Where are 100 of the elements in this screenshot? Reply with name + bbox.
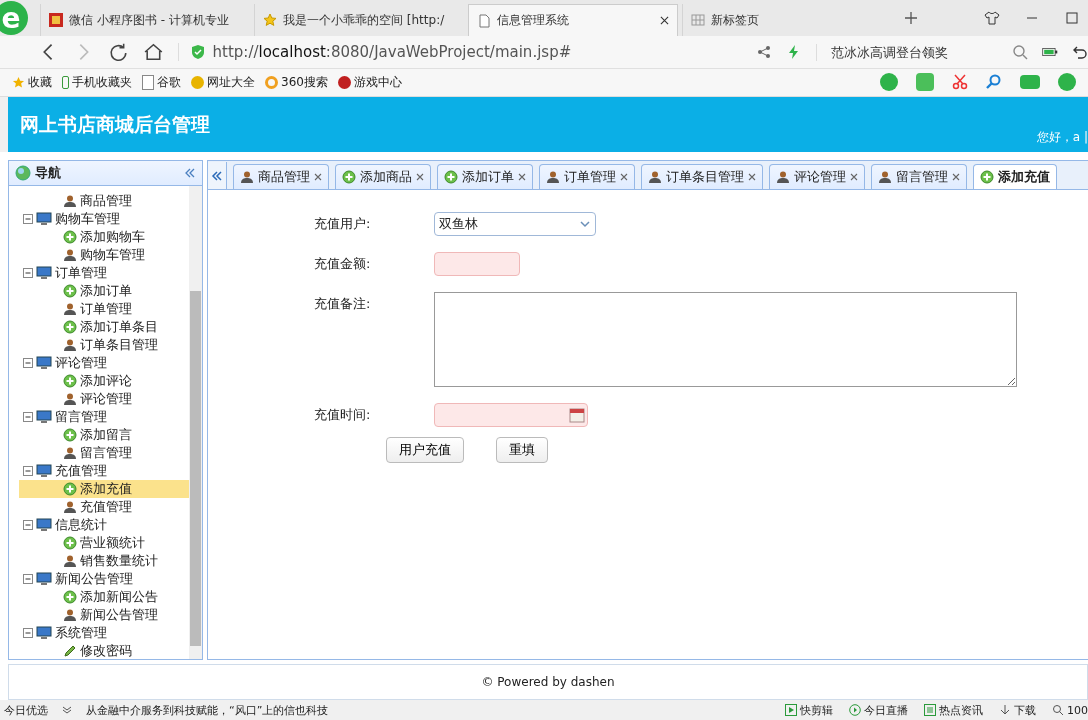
- tree-item[interactable]: 添加购物车: [19, 228, 189, 246]
- person-icon: [63, 302, 77, 316]
- add-icon: [63, 284, 77, 298]
- search-icon[interactable]: [1011, 44, 1028, 60]
- news-icon: [924, 704, 936, 716]
- tree-group[interactable]: 订单管理: [9, 264, 189, 282]
- tree-item[interactable]: 商品管理: [19, 192, 189, 210]
- remark-field[interactable]: [434, 292, 1017, 387]
- scroll-left-button[interactable]: [208, 162, 227, 189]
- user-select[interactable]: 双鱼林: [434, 212, 596, 236]
- tree-group[interactable]: 信息统计: [9, 516, 189, 534]
- status-item[interactable]: 热点资讯: [924, 702, 983, 718]
- search-field[interactable]: 范冰冰高调登台领奖: [815, 43, 1028, 61]
- scrollbar[interactable]: [189, 186, 202, 659]
- tree-toggle-icon[interactable]: [23, 628, 33, 638]
- page-tab[interactable]: 订单管理: [539, 164, 635, 189]
- tree-toggle-icon[interactable]: [23, 214, 33, 224]
- status-item[interactable]: 快剪辑: [785, 702, 833, 718]
- form-button[interactable]: 重填: [496, 437, 548, 463]
- search-icon[interactable]: [986, 74, 1002, 91]
- tree-group[interactable]: 充值管理: [9, 462, 189, 480]
- tree-item[interactable]: 订单管理: [19, 300, 189, 318]
- status-text[interactable]: 今日优选: [4, 702, 48, 718]
- bookmark-link[interactable]: 360搜索: [265, 73, 328, 91]
- tree-item[interactable]: 添加评论: [19, 372, 189, 390]
- tree-item[interactable]: 评论管理: [19, 390, 189, 408]
- page-tab[interactable]: 商品管理: [233, 164, 329, 189]
- tree-item[interactable]: 添加订单条目: [19, 318, 189, 336]
- close-icon[interactable]: [518, 173, 526, 181]
- tree-item[interactable]: 添加订单: [19, 282, 189, 300]
- news-link[interactable]: 从金融中介服务到科技赋能，“风口”上的信也科技: [86, 702, 329, 718]
- app-title: 网上书店商城后台管理: [20, 111, 210, 137]
- status-item[interactable]: 100: [1052, 702, 1088, 718]
- close-icon[interactable]: [416, 173, 424, 181]
- star-icon: [12, 75, 25, 89]
- tree-group[interactable]: 评论管理: [9, 354, 189, 372]
- reload-icon[interactable]: [107, 41, 129, 63]
- undo-icon[interactable]: [1071, 44, 1088, 60]
- page-tab[interactable]: 留言管理: [871, 164, 967, 189]
- scissors-icon[interactable]: [952, 74, 968, 91]
- tree-group[interactable]: 购物车管理: [9, 210, 189, 228]
- tree-toggle-icon[interactable]: [23, 466, 33, 476]
- status-item[interactable]: 今日直播: [849, 702, 908, 718]
- page-tab[interactable]: 添加商品: [335, 164, 431, 189]
- page-icon: [142, 74, 154, 90]
- tree-item[interactable]: 添加留言: [19, 426, 189, 444]
- tree-toggle-icon[interactable]: [23, 520, 33, 530]
- bookmark-link[interactable]: 网址大全: [191, 73, 255, 91]
- add-icon: [63, 374, 77, 388]
- field-label: 充值备注:: [314, 295, 372, 313]
- form-button[interactable]: 用户充值: [386, 437, 464, 463]
- close-icon[interactable]: [314, 173, 322, 181]
- tree-group[interactable]: 新闻公告管理: [9, 570, 189, 588]
- add-icon: [63, 590, 77, 604]
- share-icon[interactable]: [755, 44, 772, 60]
- home-icon[interactable]: [142, 41, 164, 63]
- star-icon: [263, 13, 277, 28]
- tree-item[interactable]: 添加充值: [19, 480, 189, 498]
- page-tab[interactable]: 添加充值: [973, 164, 1057, 189]
- date-field[interactable]: [434, 403, 588, 427]
- close-icon[interactable]: [660, 16, 669, 26]
- play-square-icon: [785, 704, 797, 716]
- bookmark-link[interactable]: 游戏中心: [337, 73, 402, 91]
- tree-item[interactable]: 营业额统计: [19, 534, 189, 552]
- tree-item[interactable]: 新闻公告管理: [19, 606, 189, 624]
- close-icon[interactable]: [850, 173, 858, 181]
- calendar-icon[interactable]: [569, 407, 585, 423]
- bookmark-link[interactable]: 收藏: [12, 73, 52, 91]
- tree-group[interactable]: 留言管理: [9, 408, 189, 426]
- tree-toggle-icon[interactable]: [23, 574, 33, 584]
- new-tab-icon[interactable]: [904, 11, 918, 26]
- status-item[interactable]: 下载: [999, 702, 1036, 718]
- tree-item[interactable]: 留言管理: [19, 444, 189, 462]
- circle-icon: [191, 75, 204, 89]
- tree-item[interactable]: 购物车管理: [19, 246, 189, 264]
- tree-toggle-icon[interactable]: [23, 358, 33, 368]
- tree-item[interactable]: 修改密码: [19, 642, 189, 659]
- tree-item[interactable]: 充值管理: [19, 498, 189, 516]
- shirt-icon[interactable]: [984, 10, 1000, 27]
- address-field[interactable]: http://localhost:8080/JavaWebProject/main.jsp#: [177, 43, 742, 61]
- tree-toggle-icon[interactable]: [23, 412, 33, 422]
- chevron-down-icon[interactable]: [62, 705, 72, 715]
- close-icon[interactable]: [620, 173, 628, 181]
- tree-item[interactable]: 销售数量统计: [19, 552, 189, 570]
- close-icon[interactable]: [748, 173, 756, 181]
- tree-item[interactable]: 添加新闻公告: [19, 588, 189, 606]
- page-tab[interactable]: 评论管理: [769, 164, 865, 189]
- page-tab[interactable]: 添加订单: [437, 164, 533, 189]
- page-tab[interactable]: 订单条目管理: [641, 164, 763, 189]
- browser-tab[interactable]: 信息管理系统: [468, 4, 678, 37]
- bookmark-link[interactable]: 手机收藏夹: [62, 73, 132, 91]
- collapse-icon[interactable]: [184, 168, 196, 178]
- tree-group[interactable]: 系统管理: [9, 624, 189, 642]
- add-icon: [63, 482, 77, 496]
- bookmark-link[interactable]: 谷歌: [142, 73, 181, 91]
- tree-toggle-icon[interactable]: [23, 268, 33, 278]
- tree-item[interactable]: 订单条目管理: [19, 336, 189, 354]
- maximize-icon[interactable]: [1064, 10, 1080, 27]
- close-icon[interactable]: [952, 173, 960, 181]
- amount-field[interactable]: [434, 252, 520, 276]
